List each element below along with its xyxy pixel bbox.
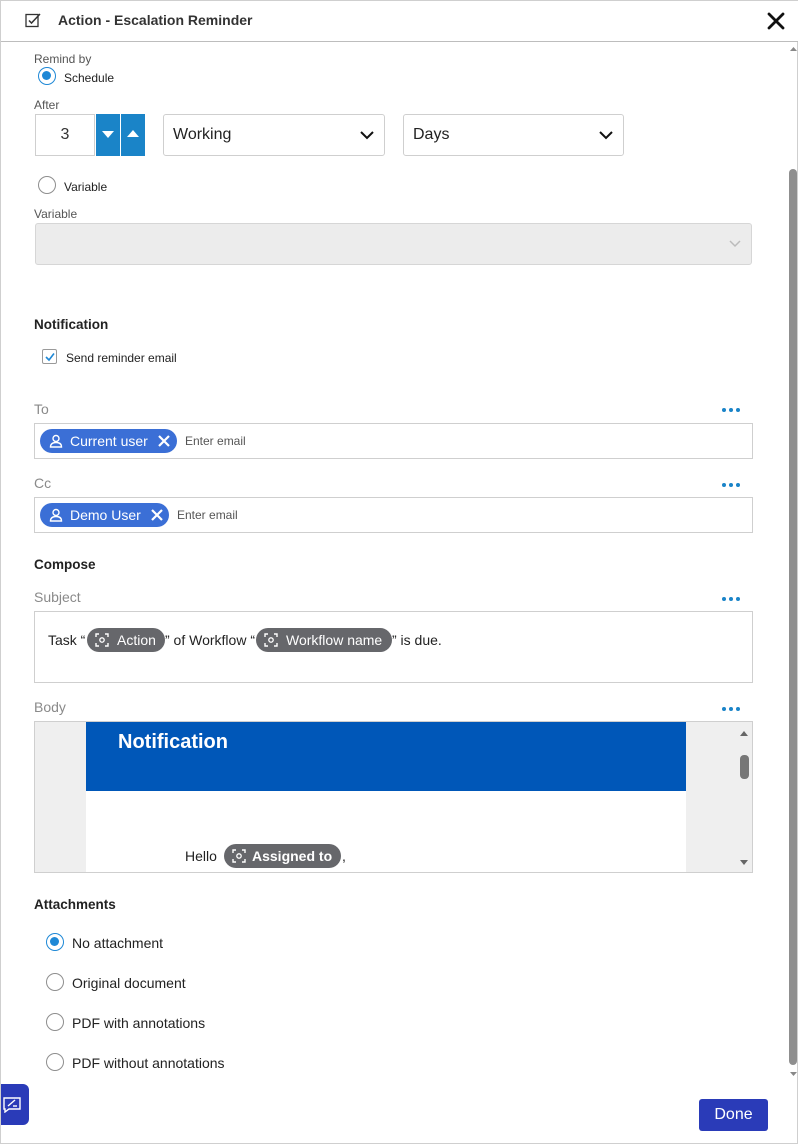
page-scrollbar[interactable] [788, 42, 798, 1082]
body-scrollbar[interactable] [736, 722, 752, 872]
scroll-up-icon[interactable] [736, 728, 752, 738]
chevron-down-icon [360, 131, 374, 140]
increment-button[interactable] [121, 114, 145, 156]
body-label: Body [34, 699, 66, 715]
after-number-input[interactable]: 3 [35, 114, 95, 156]
unit-value: Days [413, 126, 450, 143]
attachment-option-radio[interactable] [46, 1053, 64, 1071]
subject-text-part: Task “ [48, 632, 86, 648]
workflow-name-token[interactable]: Workflow name [256, 628, 392, 652]
cc-recipient-name: Demo User [70, 507, 141, 523]
send-reminder-label: Send reminder email [66, 351, 177, 365]
attachments-section-title: Attachments [34, 897, 116, 912]
page-scrollbar-thumb[interactable] [789, 169, 797, 1065]
scroll-up-icon[interactable] [788, 45, 798, 53]
cc-email-input[interactable] [177, 508, 377, 522]
check-icon [45, 353, 55, 362]
subject-label: Subject [34, 589, 81, 605]
attachment-option-label: Original document [72, 975, 186, 991]
variable-focus-icon [264, 633, 278, 647]
user-icon [49, 508, 63, 522]
remove-recipient-icon[interactable] [151, 509, 163, 521]
remind-by-label: Remind by [34, 52, 92, 66]
greeting-comma: , [342, 848, 346, 864]
subject-text-part: ” of Workflow “ [165, 632, 255, 648]
body-content: Hello Assigned to , [86, 791, 686, 872]
dialog-title: Action - Escalation Reminder [58, 12, 253, 28]
to-label: To [34, 401, 49, 417]
attachment-option-radio[interactable] [46, 933, 64, 951]
escalation-reminder-dialog: Action - Escalation Reminder Remind by S… [0, 0, 798, 1144]
arrow-up-icon [127, 130, 139, 137]
variable-focus-icon [95, 633, 109, 647]
greeting-text: Hello [185, 848, 217, 864]
day-type-select[interactable]: Working [163, 114, 385, 156]
compose-section-title: Compose [34, 557, 96, 572]
to-more-icon[interactable] [722, 406, 742, 414]
body-banner-title: Notification [118, 731, 228, 753]
dialog-header: Action - Escalation Reminder [1, 1, 798, 42]
variable-focus-icon [232, 849, 246, 863]
body-banner: Notification [86, 722, 686, 791]
action-token[interactable]: Action [87, 628, 165, 652]
subject-more-icon[interactable] [722, 595, 742, 603]
decrement-button[interactable] [96, 114, 120, 156]
arrow-down-icon [102, 131, 114, 138]
to-email-input[interactable] [185, 434, 385, 448]
scroll-down-icon[interactable] [736, 858, 752, 868]
done-button[interactable]: Done [699, 1099, 768, 1131]
variable-radio[interactable] [38, 176, 56, 194]
edit-check-icon [25, 13, 41, 28]
chevron-down-icon [729, 240, 741, 248]
scroll-down-icon[interactable] [788, 1070, 798, 1078]
send-reminder-checkbox[interactable] [42, 349, 57, 364]
subject-text-part: ” is due. [392, 632, 442, 648]
subject-field[interactable]: Task “ Action ” of Workflow “ Workflow n… [34, 611, 753, 683]
remove-recipient-icon[interactable] [158, 435, 170, 447]
chevron-down-icon [599, 131, 613, 140]
attachment-option-label: No attachment [72, 935, 164, 951]
cc-recipient-chip[interactable]: Demo User [40, 503, 169, 527]
action-token-label: Action [117, 632, 156, 648]
schedule-radio-label: Schedule [64, 71, 115, 85]
attachment-option-label: PDF with annotations [72, 1015, 206, 1031]
cc-email-field[interactable]: Demo User [34, 497, 753, 533]
feedback-icon [3, 1097, 21, 1113]
feedback-button[interactable] [1, 1084, 29, 1125]
attachment-option-radio[interactable] [46, 1013, 64, 1031]
body-editor[interactable]: Notification Hello Assigned to , [34, 721, 753, 873]
variable-select [35, 223, 752, 265]
to-email-field[interactable]: Current user [34, 423, 753, 459]
attachment-option-radio[interactable] [46, 973, 64, 991]
unit-select[interactable]: Days [403, 114, 624, 156]
body-scrollbar-thumb[interactable] [740, 755, 749, 779]
variable-radio-label: Variable [64, 180, 108, 194]
to-recipient-chip[interactable]: Current user [40, 429, 177, 453]
assigned-to-token[interactable]: Assigned to [224, 844, 341, 868]
schedule-radio[interactable] [38, 67, 56, 85]
workflow-name-token-label: Workflow name [286, 632, 383, 648]
cc-more-icon[interactable] [722, 481, 742, 489]
user-icon [49, 434, 63, 448]
after-label: After [34, 98, 60, 112]
notification-section-title: Notification [34, 317, 109, 332]
body-more-icon[interactable] [722, 705, 742, 713]
close-icon[interactable] [765, 10, 787, 32]
variable-field-label: Variable [34, 207, 78, 221]
assigned-to-token-label: Assigned to [252, 848, 333, 864]
attachment-option-label: PDF without annotations [72, 1055, 225, 1071]
to-recipient-name: Current user [70, 433, 148, 449]
day-type-value: Working [173, 126, 232, 143]
cc-label: Cc [34, 475, 52, 491]
